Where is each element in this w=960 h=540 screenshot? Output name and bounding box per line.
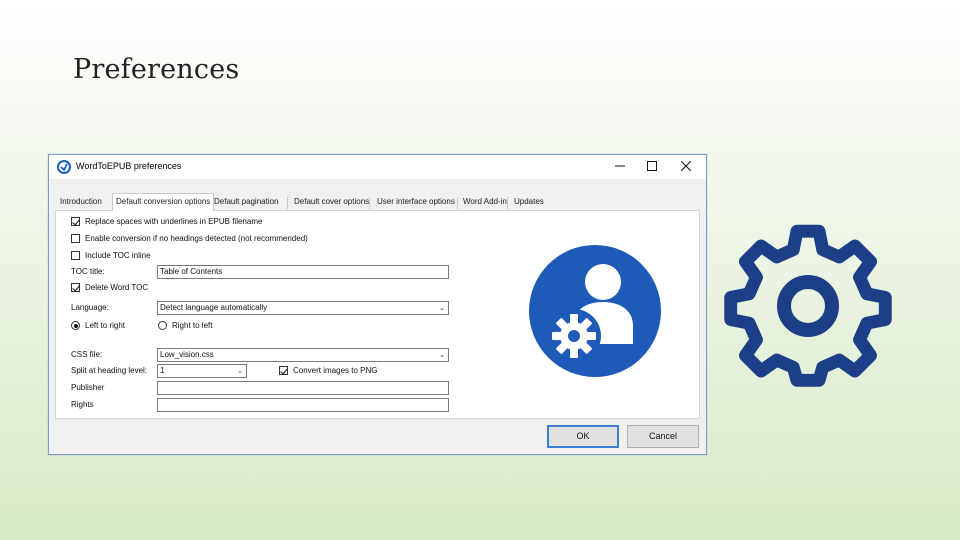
- css-file-label: CSS file:: [71, 350, 103, 359]
- replace-spaces-checkbox[interactable]: [71, 217, 80, 226]
- gear-outline-icon: [724, 224, 892, 387]
- chevron-down-icon: ⌄: [439, 352, 445, 359]
- left-to-right-radio[interactable]: [71, 321, 80, 330]
- convert-png-label: Convert images to PNG: [293, 366, 378, 375]
- tab-default-pagination[interactable]: Default pagination: [211, 195, 282, 210]
- window-title: WordToEPUB preferences: [76, 161, 182, 171]
- publisher-input[interactable]: [157, 381, 449, 395]
- tab-user-interface-options[interactable]: User interface options: [374, 195, 458, 210]
- css-file-select[interactable]: Low_vision.css ⌄: [157, 348, 449, 362]
- language-label: Language:: [71, 303, 109, 312]
- replace-spaces-label: Replace spaces with underlines in EPUB f…: [85, 217, 263, 226]
- split-heading-label: Split at heading level:: [71, 366, 148, 375]
- tab-default-cover-options[interactable]: Default cover options: [291, 195, 372, 210]
- cancel-button[interactable]: Cancel: [627, 425, 699, 448]
- tab-updates[interactable]: Updates: [511, 195, 547, 210]
- close-button[interactable]: [670, 155, 702, 177]
- tab-separator: [457, 197, 458, 209]
- toc-title-label: TOC title:: [71, 267, 105, 276]
- tab-separator: [369, 197, 370, 209]
- minimize-icon: [615, 165, 625, 167]
- app-logo-icon: [57, 160, 71, 174]
- tab-separator: [287, 197, 288, 209]
- tab-word-add-in[interactable]: Word Add-in: [460, 195, 510, 210]
- enable-conversion-label: Enable conversion if no headings detecte…: [85, 234, 308, 243]
- rights-label: Rights: [71, 400, 94, 409]
- tab-introduction[interactable]: Introduction: [57, 195, 105, 210]
- maximize-icon: [647, 161, 657, 171]
- slide-title: Preferences: [73, 54, 240, 85]
- close-icon: [681, 161, 691, 171]
- right-to-left-label: Right to left: [172, 321, 213, 330]
- rights-input[interactable]: [157, 398, 449, 412]
- tab-strip: Introduction Default conversion options …: [57, 193, 698, 211]
- tab-default-conversion-options[interactable]: Default conversion options: [112, 193, 215, 211]
- chevron-down-icon: ⌄: [237, 368, 243, 375]
- chevron-down-icon: ⌄: [439, 305, 445, 312]
- tab-separator: [507, 197, 508, 209]
- include-toc-checkbox[interactable]: [71, 251, 80, 260]
- publisher-label: Publisher: [71, 383, 105, 392]
- user-settings-icon: [529, 245, 661, 377]
- toc-title-input[interactable]: Table of Contents: [157, 265, 449, 279]
- split-heading-select[interactable]: 1 ⌄: [157, 364, 247, 378]
- delete-word-toc-checkbox[interactable]: [71, 283, 80, 292]
- css-file-value: Low_vision.css: [160, 350, 214, 359]
- language-select[interactable]: Detect language automatically ⌄: [157, 301, 449, 315]
- split-heading-value: 1: [160, 366, 165, 375]
- enable-conversion-checkbox[interactable]: [71, 234, 80, 243]
- right-to-left-radio[interactable]: [158, 321, 167, 330]
- convert-png-checkbox[interactable]: [279, 366, 288, 375]
- maximize-button[interactable]: [636, 155, 668, 177]
- ok-button[interactable]: OK: [547, 425, 619, 448]
- left-to-right-label: Left to right: [85, 321, 126, 330]
- minimize-button[interactable]: [604, 155, 636, 177]
- delete-word-toc-label: Delete Word TOC: [85, 283, 149, 292]
- title-bar[interactable]: WordToEPUB preferences: [49, 155, 706, 179]
- include-toc-label: Include TOC inline: [85, 251, 151, 260]
- language-value: Detect language automatically: [160, 303, 268, 312]
